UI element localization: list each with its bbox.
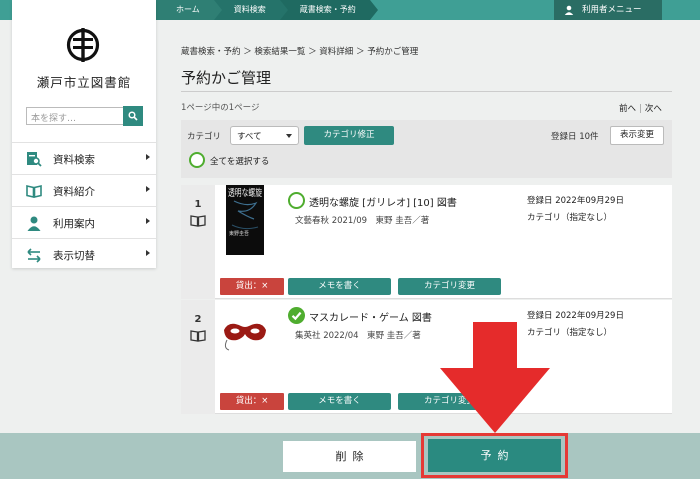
search-button[interactable] bbox=[123, 106, 143, 126]
user-menu-label: 利用者メニュー bbox=[582, 5, 642, 15]
next-page-link[interactable]: 次へ bbox=[645, 104, 662, 114]
sidebar-item-label: 資料紹介 bbox=[53, 186, 95, 198]
item-registered-date: 登録日 2022年09月29日 bbox=[527, 196, 624, 206]
switch-arrows-icon bbox=[27, 248, 41, 263]
select-all-checkbox[interactable] bbox=[189, 152, 205, 168]
write-memo-button[interactable]: メモを書く bbox=[288, 393, 391, 410]
sidebar: 瀬戸市立図書館 本を探す… 資料検索 資料紹介 利用案内 表示切替 bbox=[12, 0, 156, 268]
search-doc-icon bbox=[27, 152, 42, 167]
app: { "colors":{"teal":"#2f8a80","red_arrow"… bbox=[0, 0, 700, 479]
chevron-right-icon bbox=[146, 186, 150, 192]
down-arrow-annotation bbox=[440, 322, 550, 433]
sidebar-item-material-search[interactable]: 資料検索 bbox=[12, 142, 156, 174]
sidebar-nav: 資料検索 資料紹介 利用案内 表示切替 bbox=[12, 142, 156, 270]
category-select[interactable]: すべて bbox=[230, 126, 299, 145]
breadcrumb-search[interactable]: 資料検索 bbox=[213, 0, 288, 20]
book-icon bbox=[190, 330, 206, 342]
item-category: カテゴリ（指定なし） bbox=[527, 213, 613, 223]
chevron-right-icon bbox=[146, 154, 150, 160]
search-icon bbox=[128, 111, 138, 121]
item-publisher-info: 文藝春秋 2021/09 東野 圭吾／著 bbox=[295, 216, 430, 226]
open-book-icon bbox=[26, 184, 42, 199]
chevron-down-icon bbox=[286, 134, 292, 138]
prev-page-link[interactable]: 前へ bbox=[619, 104, 636, 114]
breadcrumb: ホーム 資料検索 蔵書検索・予約 bbox=[156, 0, 378, 20]
user-icon bbox=[564, 5, 574, 15]
category-fix-button[interactable]: カテゴリ修正 bbox=[304, 126, 394, 145]
check-icon bbox=[291, 311, 302, 321]
list-item: 2 マスカレード・ゲーム 図書 集英社 2022/04 東野 圭吾／著 登録日 … bbox=[181, 300, 672, 414]
chevron-right-icon bbox=[146, 218, 150, 224]
sidebar-item-material-intro[interactable]: 資料紹介 bbox=[12, 174, 156, 206]
page-info: 1ページ中の1ページ bbox=[181, 103, 260, 113]
category-label: カテゴリ bbox=[187, 132, 222, 142]
item-index-column: 2 bbox=[181, 300, 215, 414]
item-number: 2 bbox=[194, 314, 202, 325]
sidebar-item-label: 表示切替 bbox=[53, 250, 95, 262]
category-change-button[interactable]: カテゴリ変更 bbox=[398, 278, 501, 295]
user-menu-button[interactable]: 利用者メニュー bbox=[554, 0, 662, 20]
item-publisher-info: 集英社 2022/04 東野 圭吾／著 bbox=[295, 331, 421, 341]
loan-status-badge: 貸出：× bbox=[220, 393, 284, 410]
sidebar-item-usage-guide[interactable]: 利用案内 bbox=[12, 206, 156, 238]
reserve-button[interactable]: 予約 bbox=[428, 439, 561, 472]
page-title: 予約かご管理 bbox=[181, 69, 272, 87]
delete-button[interactable]: 削除 bbox=[283, 441, 416, 472]
breadcrumb-catalog-search[interactable]: 蔵書検索・予約 bbox=[279, 0, 378, 20]
cover-title: 透明な螺旋 bbox=[228, 187, 262, 199]
chevron-right-icon bbox=[146, 250, 150, 256]
sidebar-item-display-switch[interactable]: 表示切替 bbox=[12, 238, 156, 270]
sort-registered-label: 登録日 10件 bbox=[551, 132, 599, 142]
item-number: 1 bbox=[194, 199, 202, 210]
sidebar-item-label: 利用案内 bbox=[53, 218, 95, 230]
library-logo bbox=[66, 28, 100, 62]
book-cover-image bbox=[224, 323, 266, 351]
item-title-link[interactable]: 透明な螺旋 [ガリレオ] [10] 図書 bbox=[309, 194, 457, 209]
list-item: 1 透明な螺旋 東野圭吾 透明な螺旋 [ガリレオ] [10] 図書 文藝春秋 2… bbox=[181, 185, 672, 299]
book-cover-image: 透明な螺旋 東野圭吾 bbox=[226, 185, 264, 255]
book-icon bbox=[190, 215, 206, 227]
pager-separator: | bbox=[639, 104, 642, 114]
write-memo-button[interactable]: メモを書く bbox=[288, 278, 391, 295]
item-index-column: 1 bbox=[181, 185, 215, 299]
basket-toolbar: カテゴリ すべて カテゴリ修正 登録日 10件 表示変更 全てを選択する bbox=[181, 120, 672, 178]
item-select-checkbox[interactable] bbox=[288, 192, 305, 209]
loan-status-badge: 貸出：× bbox=[220, 278, 284, 295]
item-title-link[interactable]: マスカレード・ゲーム 図書 bbox=[309, 309, 432, 324]
page-breadcrumb: 蔵書検索・予約 ＞ 検索結果一覧 ＞ 資料詳細 ＞ 予約かご管理 bbox=[181, 47, 419, 57]
cover-author: 東野圭吾 bbox=[229, 230, 249, 237]
divider bbox=[181, 91, 672, 92]
display-change-button[interactable]: 表示変更 bbox=[610, 126, 664, 145]
breadcrumb-home[interactable]: ホーム bbox=[156, 0, 222, 20]
pager: 前へ | 次へ bbox=[619, 102, 662, 114]
item-registered-date: 登録日 2022年09月29日 bbox=[527, 311, 624, 321]
category-select-value: すべて bbox=[237, 132, 262, 142]
sidebar-item-label: 資料検索 bbox=[53, 154, 95, 166]
select-all-label[interactable]: 全てを選択する bbox=[210, 155, 269, 167]
item-select-checkbox[interactable] bbox=[288, 307, 305, 324]
library-name: 瀬戸市立図書館 bbox=[36, 75, 132, 90]
person-icon bbox=[27, 216, 41, 231]
